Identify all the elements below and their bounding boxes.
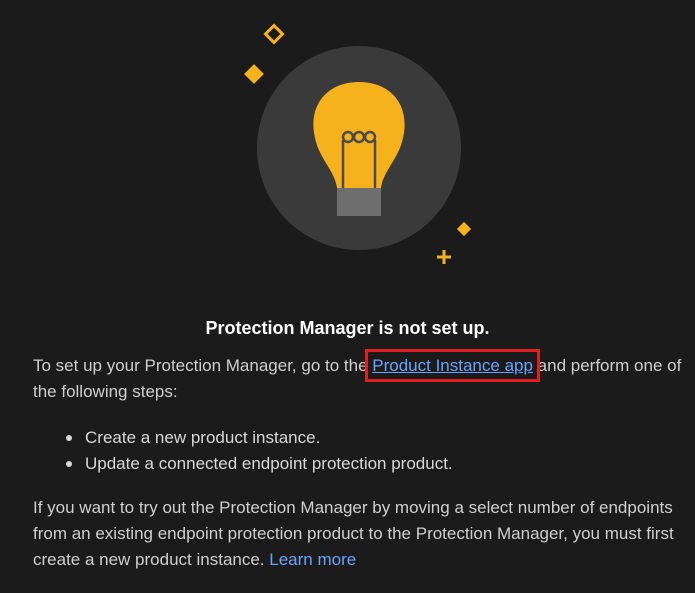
list-item: Update a connected endpoint protection p… — [63, 451, 453, 477]
learn-more-link[interactable]: Learn more — [269, 550, 356, 569]
page-title: Protection Manager is not set up. — [205, 318, 490, 338]
list-item: Create a new product instance. — [63, 425, 453, 451]
lightbulb-illustration — [244, 23, 472, 264]
trial-instructions: If you want to try out the Protection Ma… — [33, 495, 683, 573]
sparkle-diamond-icon — [244, 64, 264, 84]
product-instance-app-link[interactable]: Product Instance app — [365, 349, 540, 382]
step-text: Create a new product instance. — [85, 428, 321, 447]
setup-instructions: To set up your Protection Manager, go to… — [33, 349, 683, 405]
bullet-icon — [66, 461, 72, 467]
sparkle-diamond-small-icon — [456, 221, 472, 237]
bullet-icon — [66, 435, 72, 441]
sparkle-plus-icon — [437, 250, 451, 264]
steps-list: Create a new product instance. Update a … — [63, 425, 453, 477]
step-text: Update a connected endpoint protection p… — [85, 454, 453, 473]
intro-text-before: To set up your Protection Manager, go to… — [33, 356, 373, 375]
sparkle-diamond-outline-icon — [263, 23, 285, 45]
